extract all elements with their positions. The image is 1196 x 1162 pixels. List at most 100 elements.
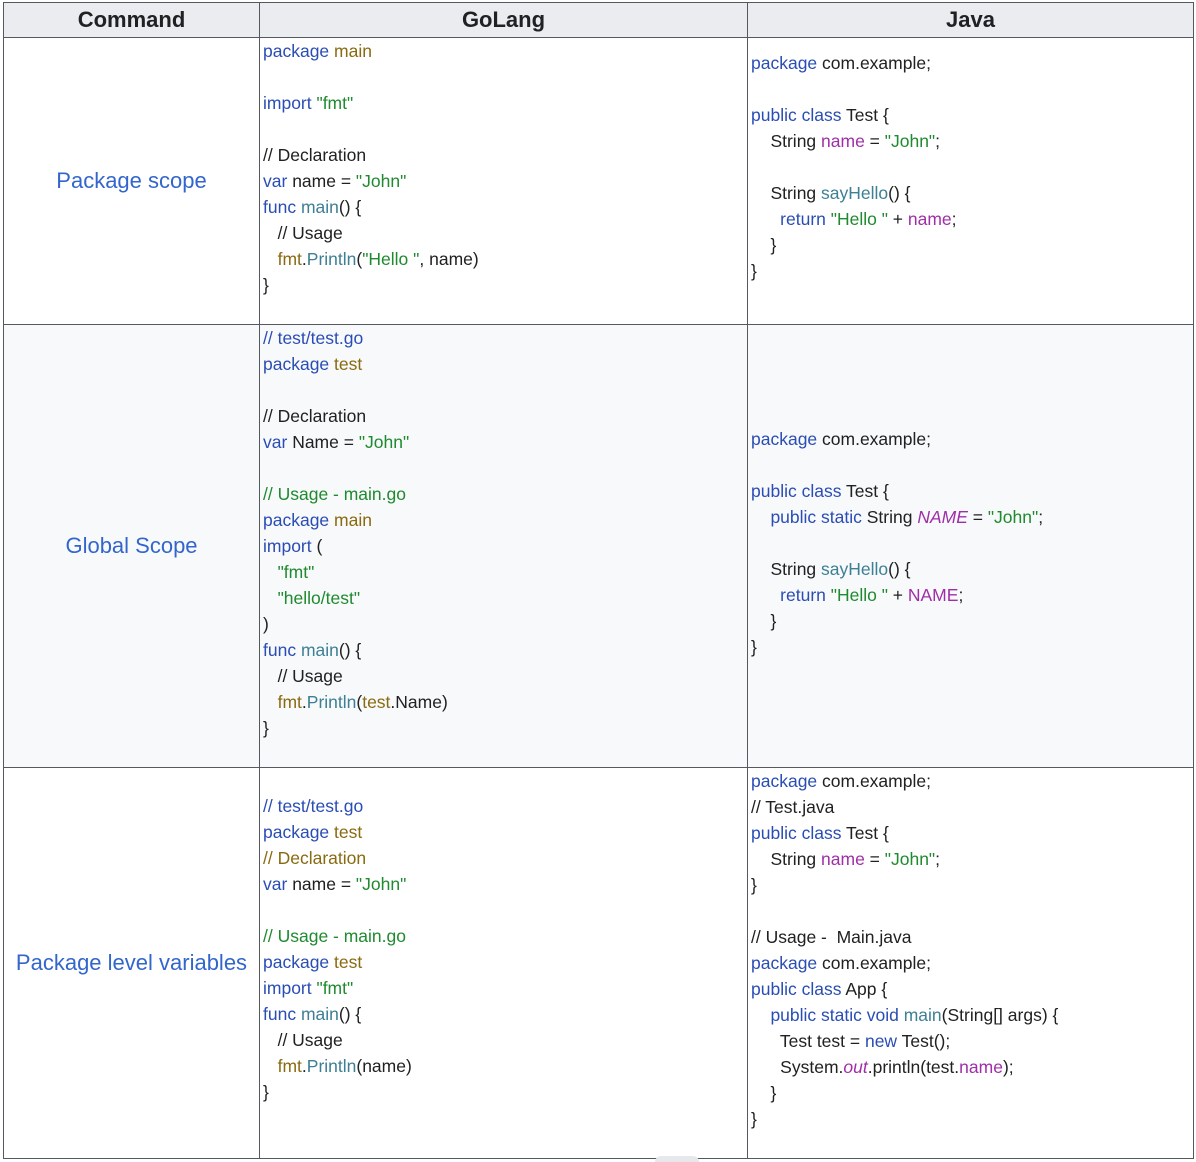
code-line: func main() { xyxy=(260,194,747,220)
code-token: "fmt" xyxy=(316,978,354,998)
code-block: // test/test.go package test // Declarati… xyxy=(260,325,747,741)
code-token: "fmt" xyxy=(263,562,315,582)
code-block: package com.example; // Test.java public c… xyxy=(748,768,1193,1132)
code-token: out xyxy=(843,1057,868,1077)
code-line: var name = "John" xyxy=(260,871,747,897)
code-line: } xyxy=(748,1080,1193,1106)
code-line: public class Test { xyxy=(748,820,1193,846)
code-line: package test xyxy=(260,351,747,377)
code-token: } xyxy=(751,235,777,255)
code-token: "John" xyxy=(884,131,936,151)
java-code-cell: package com.example; // Test.java public c… xyxy=(747,767,1194,1159)
code-token: System. xyxy=(751,1057,844,1077)
code-token: name = xyxy=(292,171,356,191)
code-token: String xyxy=(751,849,822,869)
code-line: // Declaration xyxy=(260,403,747,429)
code-line: func main() { xyxy=(260,637,747,663)
code-token: // test/test.go xyxy=(263,796,364,816)
java-code-cell: package com.example; public class Test {… xyxy=(747,324,1194,768)
code-token: fmt xyxy=(263,1056,302,1076)
code-token: return xyxy=(751,209,831,229)
code-token: Name = xyxy=(292,432,359,452)
code-line: // Usage xyxy=(260,663,747,689)
code-token: + xyxy=(887,209,908,229)
code-token: "Hello " xyxy=(830,209,888,229)
code-token: name xyxy=(907,209,952,229)
code-token: public class xyxy=(751,823,847,843)
code-token: String xyxy=(751,131,822,151)
code-line: public static String NAME = "John"; xyxy=(748,504,1193,530)
code-token: fmt xyxy=(263,692,302,712)
code-token: "Hello " xyxy=(830,585,888,605)
code-line: package com.example; xyxy=(748,50,1193,76)
code-token: main xyxy=(334,41,372,61)
code-token: Println xyxy=(306,1056,357,1076)
code-token: package xyxy=(263,41,335,61)
code-line: String sayHello() { xyxy=(748,180,1193,206)
code-token: main xyxy=(334,510,372,530)
code-line: String sayHello() { xyxy=(748,556,1193,582)
code-token: var xyxy=(263,432,293,452)
command-label[interactable]: Package level variables xyxy=(3,767,260,1159)
code-line: import "fmt" xyxy=(260,975,747,1001)
code-token: // Declaration xyxy=(263,145,367,165)
code-token: test xyxy=(334,822,363,842)
code-token: "John" xyxy=(358,432,410,452)
code-line: public static void main(String[] args) { xyxy=(748,1002,1193,1028)
code-token: .println(test. xyxy=(867,1057,960,1077)
code-line: // test/test.go xyxy=(260,325,747,351)
code-token: "John" xyxy=(884,849,936,869)
code-token: } xyxy=(751,611,777,631)
code-token: package xyxy=(263,354,335,374)
code-token: name xyxy=(959,1057,1003,1077)
code-token: } xyxy=(751,875,757,895)
code-token: String xyxy=(751,559,822,579)
code-line: } xyxy=(748,232,1193,258)
code-token: package xyxy=(263,822,335,842)
code-line: public class Test { xyxy=(748,478,1193,504)
command-label[interactable]: Package scope xyxy=(3,37,260,325)
code-block: // test/test.go package test // Declaratio… xyxy=(260,768,747,1105)
code-line: } xyxy=(748,608,1193,634)
code-token: "hello/test" xyxy=(263,588,361,608)
scroll-indicator[interactable] xyxy=(655,1156,699,1162)
code-token: ; xyxy=(958,585,964,605)
code-token: } xyxy=(263,1082,269,1102)
code-line: // Declaration xyxy=(260,142,747,168)
code-token: // Usage xyxy=(263,1030,343,1050)
code-token: NAME xyxy=(917,507,968,527)
code-line: Test test = new Test(); xyxy=(748,1028,1193,1054)
code-line: package com.example; xyxy=(748,768,1193,794)
code-token: // Usage - Main.java xyxy=(751,927,912,947)
column-header-golang: GoLang xyxy=(259,2,748,38)
code-token: main xyxy=(300,640,339,660)
code-line: package test xyxy=(260,949,747,975)
code-token: func xyxy=(263,197,301,217)
column-header-java: Java xyxy=(747,2,1194,38)
code-token: String xyxy=(866,507,918,527)
code-token: com.example; xyxy=(822,953,931,973)
code-token: public static void xyxy=(751,1005,904,1025)
code-token: } xyxy=(751,637,757,657)
code-token: } xyxy=(263,718,269,738)
code-line: import ( xyxy=(260,533,747,559)
code-token: + xyxy=(887,585,908,605)
code-line: public class App { xyxy=(748,976,1193,1002)
golang-code-cell: // test/test.go package test // Declarati… xyxy=(259,324,748,768)
command-label[interactable]: Global Scope xyxy=(3,324,260,768)
code-line: // test/test.go xyxy=(260,793,747,819)
code-token: sayHello xyxy=(821,183,889,203)
code-token: } xyxy=(751,261,757,281)
code-token: Test { xyxy=(846,105,889,125)
code-line: return "Hello " + name; xyxy=(748,206,1193,232)
table-row: Package level variables // test/test.go p… xyxy=(3,767,1194,1159)
code-token: Println xyxy=(306,692,357,712)
code-token: "John" xyxy=(355,874,407,894)
golang-code-cell: // test/test.go package test // Declaratio… xyxy=(259,767,748,1159)
code-token: sayHello xyxy=(821,559,889,579)
